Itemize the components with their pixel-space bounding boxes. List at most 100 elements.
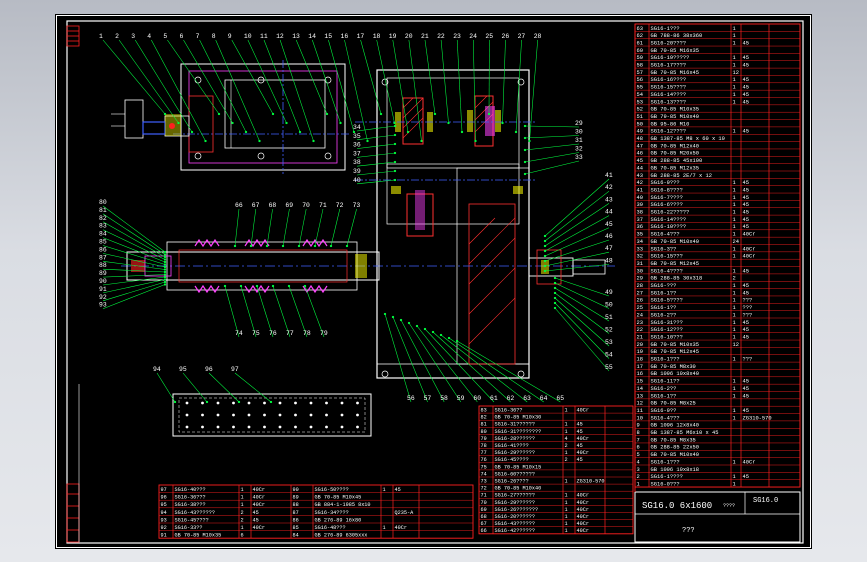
leader-line — [424, 39, 436, 115]
table-cell: 2 — [241, 510, 244, 516]
table-cell: ??? — [743, 357, 753, 363]
leader-dot — [553, 276, 557, 280]
leader-dot — [312, 139, 315, 143]
table-cell: 40Cr — [577, 436, 589, 442]
part-balloon: 5 — [163, 33, 167, 40]
table-cell: 1 — [733, 26, 736, 32]
table-cell: SG16-1?? — [651, 393, 677, 399]
table-cell: 45 — [395, 487, 401, 493]
leader-dot — [543, 239, 547, 243]
table-cell: GB 70-85 M20x50 — [651, 151, 700, 157]
table-cell: SG16-19????? — [651, 55, 690, 61]
part-balloon: 94 — [153, 366, 161, 373]
part-balloon: 3 — [131, 33, 135, 40]
table-cell: 1 — [241, 502, 244, 508]
title-block: SG16.0 6x1600 ???? SG16.0 ??? — [634, 491, 801, 543]
table-cell: 1 — [383, 487, 386, 493]
table-cell: 1 — [733, 415, 736, 421]
table-cell: 83 — [481, 408, 487, 414]
table-cell: 40Cr — [577, 493, 589, 499]
part-balloon: 77 — [286, 330, 294, 337]
table-cell: 72 — [481, 486, 487, 492]
table-cell: 51 — [637, 114, 643, 120]
cad-viewport: 1 2 3 4 5 6 7 8 9 10 11 12 13 14 15 16 17 18 19 20 21 22 23 24 2… — [0, 0, 867, 562]
leader-dot — [543, 249, 547, 253]
leader-dot — [455, 339, 459, 343]
table-cell: 2 — [565, 443, 568, 449]
part-balloon: 92 — [99, 294, 107, 301]
table-cell: SG16-36?? — [495, 408, 523, 414]
table-cell: SG16-16???? — [651, 77, 687, 83]
table-cell: GB 288-85 2E/7 x 12 — [651, 173, 712, 179]
table-cell: 45 — [743, 474, 749, 480]
leader-dot — [407, 321, 411, 325]
leader-dot — [177, 121, 180, 125]
leader-line — [544, 239, 610, 262]
table-cell: GB 70-85 M10x35 — [651, 342, 700, 348]
table-cell: SG16-??? — [651, 283, 677, 289]
hole-plate — [172, 393, 372, 437]
table-cell: 1 — [565, 514, 568, 520]
table-cell: 25 — [637, 305, 643, 311]
leader-line — [544, 227, 610, 257]
table-cell: 1 — [637, 481, 640, 487]
table-cell: SG16-34???? — [315, 510, 349, 516]
part-balloon: 26 — [502, 33, 510, 40]
table-cell: 1 — [565, 450, 568, 456]
leader-dot — [163, 260, 167, 264]
table-cell: 55 — [637, 85, 643, 91]
table-cell: SG16-20?????? — [495, 514, 535, 520]
part-balloon: 91 — [99, 286, 107, 293]
part-balloon: 56 — [407, 395, 415, 402]
parts-list-middle: 83 SG16-36?? 1 40Cr 82 GB 70-85 M10x30 81 SG16-… — [478, 405, 634, 535]
plate-hole — [325, 401, 328, 405]
table-cell: 38 — [637, 210, 643, 216]
plate-hole — [201, 401, 204, 405]
table-cell: 48 — [637, 136, 643, 142]
part-balloon: 47 — [605, 245, 613, 252]
plate-hole — [247, 413, 251, 417]
parts-list-right: 63 SG16-1??? 162 GB 788-86 38x360 161 SG16-20… — [634, 23, 801, 488]
table-cell: 45 — [743, 202, 749, 208]
part-balloon: 6 — [180, 33, 184, 40]
leader-line — [544, 178, 610, 237]
part-balloon: 73 — [353, 202, 361, 209]
table-cell: 45 — [743, 268, 749, 274]
part-balloon: 15 — [324, 33, 332, 40]
table-cell: GB 288-85 45x100 — [651, 158, 703, 164]
table-cell: ??? — [743, 312, 753, 318]
table-cell: SG16-43?????? — [495, 521, 535, 527]
leader-line — [524, 160, 580, 175]
table-cell: 30 — [637, 268, 643, 274]
table-cell: 1 — [733, 357, 736, 363]
plate-hole — [309, 425, 313, 429]
part-balloon: 28 — [534, 33, 542, 40]
table-cell: SG16-45???? — [175, 517, 209, 523]
table-cell: 45 — [577, 422, 583, 428]
plate-hole — [340, 413, 344, 417]
leader-dot — [173, 400, 177, 404]
table-cell: ??? — [743, 305, 753, 311]
leader-dot — [163, 258, 167, 261]
table-cell: 45 — [253, 510, 259, 516]
part-balloon: 53 — [605, 339, 613, 346]
table-cell: 5 — [637, 452, 640, 458]
plate-hole — [216, 413, 220, 417]
title-drawing-name: SG16.0 6x1600 — [642, 501, 712, 511]
table-cell: 1 — [565, 479, 568, 485]
table-cell: 21 — [637, 334, 643, 340]
table-cell: SG16-1?? — [651, 305, 677, 311]
table-cell: SG16-29?????? — [495, 500, 535, 506]
table-cell: SG16-12???? — [651, 129, 687, 135]
table-cell: 40Cr — [743, 246, 756, 252]
part-balloon: 95 — [179, 366, 187, 373]
table-cell: SG16-15??? — [651, 254, 683, 260]
leader-dot — [285, 121, 288, 125]
leader-line — [231, 39, 274, 115]
table-cell: 1 — [733, 246, 736, 252]
part-balloon: 84 — [99, 231, 107, 238]
table-cell: 45 — [743, 77, 749, 83]
plate-hole — [263, 401, 266, 405]
table-cell: 80 — [481, 429, 487, 435]
leader-dot — [298, 130, 302, 134]
